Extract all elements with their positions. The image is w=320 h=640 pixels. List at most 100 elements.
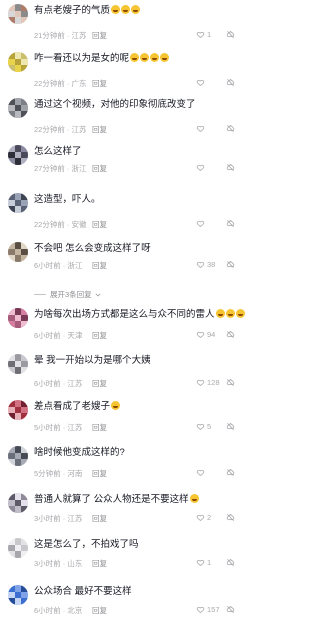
heart-outline-icon[interactable] [196, 605, 205, 614]
heart-outline-icon[interactable] [196, 30, 205, 39]
reply-button[interactable]: 回复 [92, 422, 107, 433]
like-button[interactable]: 94 [196, 330, 219, 339]
dislike-icon[interactable] [226, 605, 235, 614]
avatar[interactable] [8, 52, 28, 72]
like-button[interactable]: 5 [196, 422, 219, 431]
like-count: 5 [207, 422, 212, 431]
like-count: 38 [207, 260, 216, 269]
avatar[interactable] [8, 400, 28, 420]
dislike-icon[interactable] [226, 260, 235, 269]
comment-time-location: 22分钟前 · 广东 [34, 79, 87, 88]
reply-button[interactable]: 回复 [92, 330, 107, 341]
like-button[interactable] [196, 468, 219, 477]
comment-meta: 22分钟前 · 安徽 回复 [34, 219, 235, 231]
divider [34, 294, 46, 295]
reply-button[interactable]: 回复 [92, 124, 107, 135]
like-button[interactable]: 2 [196, 513, 219, 522]
dislike-icon[interactable] [226, 513, 235, 522]
dislike-icon[interactable] [226, 558, 235, 567]
comment-text-content: 差点看成了老嫂子 [34, 401, 111, 412]
avatar[interactable] [8, 446, 28, 466]
reply-button[interactable]: 回复 [92, 468, 107, 479]
comment-time-location: 3小时前 · 江苏 [34, 514, 83, 523]
heart-outline-icon[interactable] [196, 468, 205, 477]
laughing-emoji-icon [225, 309, 235, 318]
comment-meta: 5分钟前 · 河南 回复 [34, 468, 235, 480]
comment-text-content: 啥时候他变成这样的? [34, 447, 125, 458]
comment-text: 有点老嫂子的气质 [34, 5, 234, 17]
reply-button[interactable]: 回复 [92, 163, 107, 174]
laughing-emoji-icon [111, 401, 121, 410]
avatar[interactable] [8, 193, 28, 213]
avatar[interactable] [8, 98, 28, 118]
heart-outline-icon[interactable] [196, 513, 205, 522]
like-button[interactable] [196, 78, 219, 87]
comment-time-location: 5分钟前 · 河南 [34, 469, 83, 478]
avatar[interactable] [8, 242, 28, 262]
dislike-icon[interactable] [226, 378, 235, 387]
comment-text-content: 这造型，吓人。 [34, 194, 101, 205]
like-button[interactable]: 1 [196, 30, 219, 39]
avatar[interactable] [8, 308, 28, 328]
laughing-emoji-icon [150, 53, 160, 62]
avatar[interactable] [8, 145, 28, 165]
reply-button[interactable]: 回复 [92, 605, 107, 616]
laughing-emoji-icon [131, 5, 141, 14]
like-button[interactable] [196, 163, 219, 172]
comment-text: 为啥每次出场方式都是这么与众不同的雷人 [34, 309, 245, 321]
reply-button[interactable]: 回复 [92, 219, 107, 230]
dislike-icon[interactable] [226, 30, 235, 39]
heart-outline-icon[interactable] [196, 219, 205, 228]
like-count: 128 [207, 378, 220, 387]
dislike-icon[interactable] [226, 330, 235, 339]
heart-outline-icon[interactable] [196, 378, 205, 387]
like-button[interactable]: 1 [196, 558, 219, 567]
avatar[interactable] [8, 585, 28, 605]
reply-button[interactable]: 回复 [92, 558, 107, 569]
comment-time-location: 5小时前 · 江苏 [34, 423, 83, 432]
reply-button[interactable]: 回复 [92, 30, 107, 41]
like-button[interactable] [196, 219, 219, 228]
chevron-down-icon [95, 293, 101, 296]
like-button[interactable] [196, 124, 219, 133]
reply-button[interactable]: 回复 [92, 513, 107, 524]
dislike-icon[interactable] [226, 78, 235, 87]
heart-outline-icon[interactable] [196, 78, 205, 87]
avatar[interactable] [8, 493, 28, 513]
comment-text: 不会吧 怎么会变成这样了呀 [34, 243, 234, 255]
comment-meta: 3小时前 · 山东 回复 1 [34, 558, 235, 570]
reply-button[interactable]: 回复 [92, 78, 107, 89]
dislike-icon[interactable] [226, 163, 235, 172]
dislike-icon[interactable] [226, 422, 235, 431]
like-button[interactable]: 128 [196, 378, 220, 387]
comment-time-location: 3小时前 · 山东 [34, 559, 83, 568]
avatar[interactable] [8, 4, 28, 24]
heart-outline-icon[interactable] [196, 422, 205, 431]
like-button[interactable]: 38 [196, 260, 219, 269]
like-count: 1 [207, 558, 212, 567]
comment-meta: 6小时前 · 天津 回复 94 [34, 330, 235, 342]
dislike-icon[interactable] [226, 219, 235, 228]
like-button[interactable]: 157 [196, 605, 220, 614]
comment-meta: 27分钟前 · 浙江 回复 [34, 163, 235, 175]
comment-meta: 22分钟前 · 广东 回复 [34, 78, 235, 90]
dislike-icon[interactable] [226, 124, 235, 133]
expand-replies-button[interactable]: 展开3条回复 [34, 289, 102, 300]
avatar[interactable] [8, 538, 28, 558]
heart-outline-icon[interactable] [196, 260, 205, 269]
reply-button[interactable]: 回复 [92, 378, 107, 389]
dislike-icon[interactable] [226, 468, 235, 477]
reply-button[interactable]: 回复 [92, 260, 107, 271]
laughing-emoji-icon [121, 5, 131, 14]
heart-outline-icon[interactable] [196, 163, 205, 172]
comment-meta: 5小时前 · 江苏 回复 5 [34, 422, 235, 434]
avatar[interactable] [8, 354, 28, 374]
comment-time-location: 22分钟前 · 安徽 [34, 220, 87, 229]
comment-text: 怎么这样了 [34, 146, 234, 158]
laughing-emoji-icon [140, 53, 150, 62]
like-count: 94 [207, 330, 216, 339]
heart-outline-icon[interactable] [196, 330, 205, 339]
heart-outline-icon[interactable] [196, 124, 205, 133]
comment-time-location: 22分钟前 · 江苏 [34, 125, 87, 134]
heart-outline-icon[interactable] [196, 558, 205, 567]
